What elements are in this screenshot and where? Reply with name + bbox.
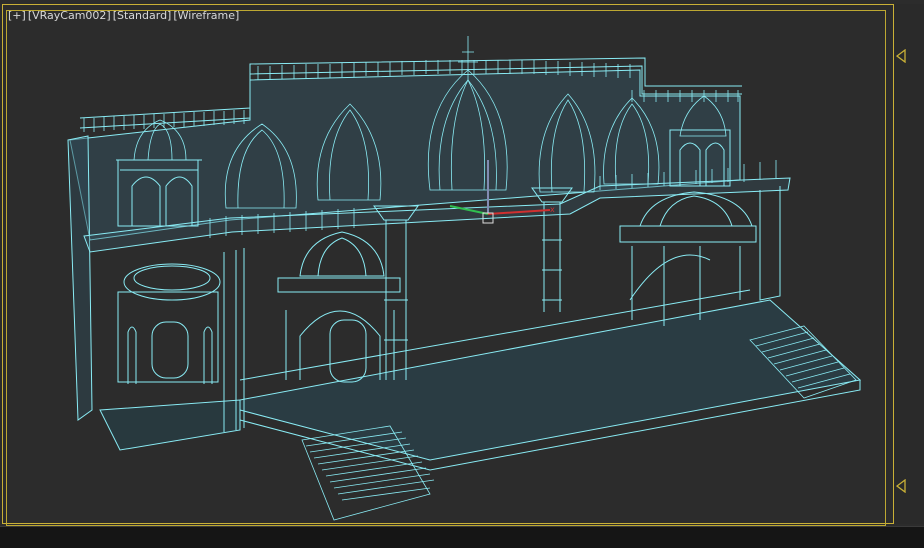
right-pavilion xyxy=(619,191,757,326)
display-mode-label[interactable]: [Wireframe] xyxy=(173,9,239,23)
viewport-bottom-bar xyxy=(0,526,924,548)
front-plinth xyxy=(99,399,241,451)
viewport-label-bar: [+] [VRayCam002] [Standard] [Wireframe] xyxy=(8,9,239,23)
left-wall xyxy=(67,135,93,421)
viewport-menu-label[interactable]: [+] xyxy=(8,9,26,23)
pillar-left xyxy=(373,205,419,380)
wireframe-scene[interactable]: x xyxy=(0,0,924,526)
svg-text:x: x xyxy=(550,205,555,214)
viewport[interactable]: x [+] [VRayCam002] [Standard] [Wireframe… xyxy=(0,0,924,547)
camera-label[interactable]: [VRayCam002] xyxy=(28,9,111,23)
center-left-pavilion xyxy=(277,231,401,383)
main-stage xyxy=(239,299,862,461)
shading-standard-label[interactable]: [Standard] xyxy=(113,9,172,23)
left-pavilion xyxy=(117,263,221,384)
